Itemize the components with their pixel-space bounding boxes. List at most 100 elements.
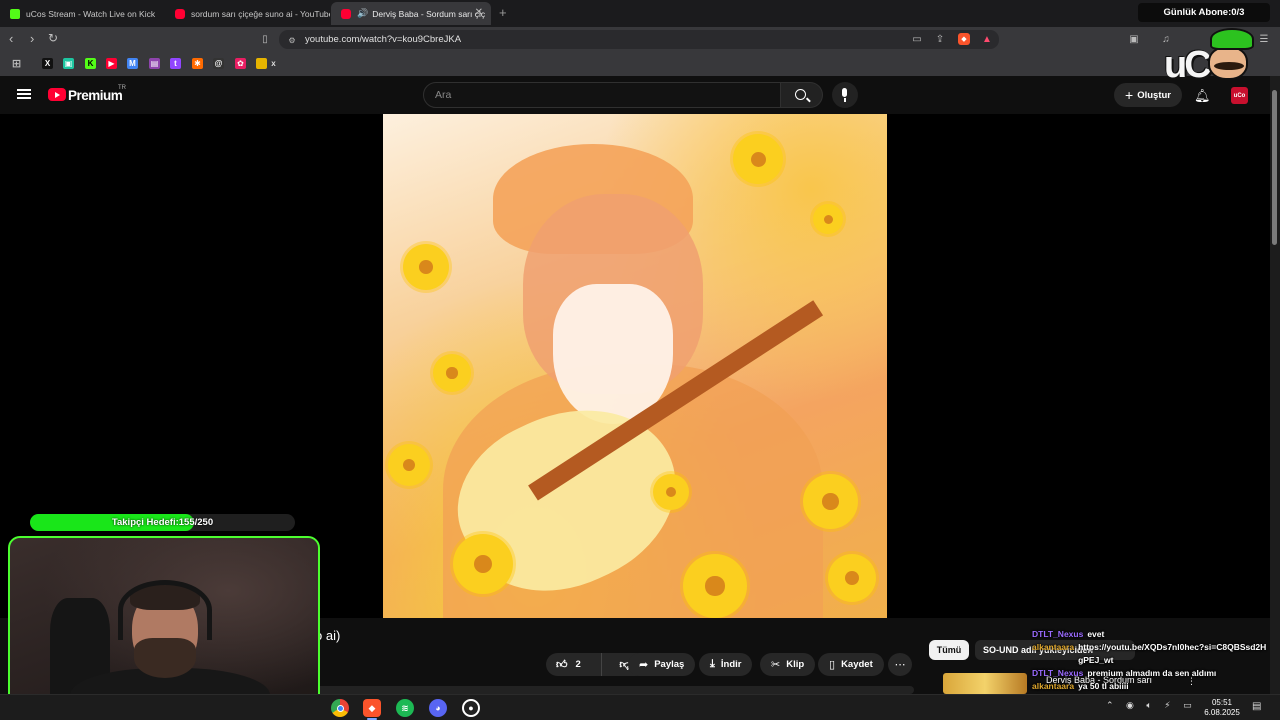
chrome-taskbar-icon[interactable] xyxy=(331,699,349,717)
forward-icon[interactable]: › xyxy=(30,31,34,46)
search-button[interactable] xyxy=(781,82,823,108)
plus-icon: + xyxy=(1125,87,1134,103)
close-icon[interactable]: ✕ xyxy=(475,7,483,18)
scrollbar-thumb[interactable] xyxy=(1272,90,1277,245)
artwork-flower xyxy=(813,204,843,234)
brave-taskbar-icon[interactable]: ◆ xyxy=(363,699,381,717)
download-label: İndir xyxy=(720,659,742,670)
chat-message: alkantaara ya 50 tl abiiii xyxy=(1032,680,1268,693)
page-scrollbar[interactable] xyxy=(1270,76,1280,694)
bookmark-icon[interactable]: ▯ xyxy=(259,33,271,45)
more-actions-button[interactable]: ⋯ xyxy=(888,653,912,676)
chat-text: evet xyxy=(1087,629,1105,639)
save-playlist-icon: ▯ xyxy=(829,659,836,671)
share-button[interactable]: ➦ Paylaş xyxy=(628,653,696,676)
mascot-mustache-icon xyxy=(1214,62,1244,70)
description-box[interactable] xyxy=(300,686,914,694)
video-frame-artwork[interactable] xyxy=(383,114,887,618)
share-page-icon[interactable]: ⇪ xyxy=(934,33,946,45)
youtube-logo-icon[interactable] xyxy=(48,88,66,101)
menu-icon[interactable]: ☰ xyxy=(1258,33,1270,45)
create-label: Oluştur xyxy=(1137,89,1171,101)
gmail-bookmark-icon[interactable]: M xyxy=(127,58,138,69)
bookmarks-bar: ⊞ X ▣ K ▶ M ▤ t ✱ @ ✿ x xyxy=(0,52,1280,76)
bookmark-icon[interactable]: ✿ xyxy=(235,58,246,69)
folder-icon[interactable] xyxy=(256,58,267,69)
sidebar-icon[interactable]: ▣ xyxy=(1128,33,1140,45)
brave-rewards-icon[interactable]: ▲ xyxy=(981,33,993,45)
tab-title: sordum sarı çiçeğe suno ai - YouTube xyxy=(191,8,330,19)
chat-text: premium almadım da sen aldımı xyxy=(1087,668,1217,678)
recommended-video-thumbnail[interactable] xyxy=(943,673,1027,694)
chat-message: DTLT_Nexus premium almadım da sen aldımı xyxy=(1032,667,1268,680)
like-count: 2 xyxy=(575,659,581,670)
spotify-taskbar-icon[interactable]: ≋ xyxy=(396,699,414,717)
site-info-icon[interactable]: ⚙ xyxy=(286,34,298,46)
brave-shield-icon[interactable]: ◆ xyxy=(958,33,970,45)
download-button[interactable]: ⤓ İndir xyxy=(699,653,753,676)
discord-taskbar-icon[interactable]: ◕ xyxy=(429,699,447,717)
youtube-premium-label[interactable]: Premium xyxy=(68,88,123,103)
back-icon[interactable]: ‹ xyxy=(9,31,13,46)
youtube-header: Premium TR + Oluştur 🔔︎ uCo xyxy=(0,76,1270,114)
chat-message: alkantaara https://youtu.be/XQDs7nl0hec?s… xyxy=(1032,641,1268,667)
share-icon: ➦ xyxy=(639,659,649,671)
headset-icon xyxy=(118,580,212,640)
tab-youtube-video[interactable]: 🔊 Derviş Baba - Sordum sarı çiç ✕ xyxy=(331,2,491,25)
scissors-icon: ✂ xyxy=(771,659,781,671)
tab-title: Derviş Baba - Sordum sarı çiç xyxy=(372,8,486,19)
kick-bookmark-icon[interactable]: K xyxy=(85,58,96,69)
artwork-flower xyxy=(683,554,747,618)
url-text[interactable]: youtube.com/watch?v=kou9CbreJKA xyxy=(305,34,461,45)
clock-time[interactable]: 05:51 xyxy=(1200,698,1244,707)
speaker-icon: 🔊 xyxy=(357,8,369,18)
kick-icon xyxy=(10,8,20,19)
bookmark-folder-label[interactable]: x xyxy=(268,58,279,69)
reload-icon[interactable]: ↻ xyxy=(48,31,58,45)
tab-youtube-search[interactable]: sordum sarı çiçeğe suno ai - YouTube xyxy=(165,2,330,25)
system-tray-icons[interactable]: ⌃ ◉ 🔈︎ ⚡ ▭ xyxy=(1106,700,1197,711)
new-tab-button[interactable]: + xyxy=(499,5,507,20)
webcam-overlay xyxy=(8,536,320,712)
share-label: Paylaş xyxy=(654,659,685,670)
tab-kick-stream[interactable]: uCos Stream - Watch Live on Kick xyxy=(0,2,165,25)
region-code: TR xyxy=(118,85,126,91)
chat-username: DTLT_Nexus xyxy=(1032,668,1084,678)
bookmark-icon[interactable]: ▤ xyxy=(149,58,160,69)
cast-icon[interactable]: ▭ xyxy=(911,33,923,45)
search-input[interactable] xyxy=(423,82,781,108)
chat-message: DTLT_Nexus evet xyxy=(1032,628,1268,641)
browser-tab-bar: uCos Stream - Watch Live on Kick sordum … xyxy=(0,0,1280,27)
clip-button[interactable]: ✂ Klip xyxy=(760,653,816,676)
chip-all[interactable]: Tümü xyxy=(929,640,969,660)
artwork-flower xyxy=(388,444,430,486)
notification-center-icon[interactable]: ▤ xyxy=(1252,701,1261,712)
artwork-flower xyxy=(433,354,471,392)
hamburger-menu-icon[interactable] xyxy=(17,89,31,99)
x-bookmark-icon[interactable]: X xyxy=(42,58,53,69)
thumbs-up-icon: 👍︎ xyxy=(556,659,568,671)
notifications-bell-icon[interactable]: 🔔︎ xyxy=(1194,88,1211,104)
avatar[interactable]: uCo xyxy=(1231,87,1248,104)
webcam-streamer-beard xyxy=(134,638,196,678)
artwork-flower xyxy=(733,134,783,184)
chat-username: alkantaara xyxy=(1032,642,1075,652)
artwork-flower xyxy=(803,474,858,529)
address-bar-row: ‹ › ↻ ▯ ⚙ youtube.com/watch?v=kou9CbreJK… xyxy=(0,27,1280,52)
apps-grid-icon[interactable]: ⊞ xyxy=(11,58,22,70)
save-label: Kaydet xyxy=(841,659,873,670)
tab-title: uCos Stream - Watch Live on Kick xyxy=(26,8,156,19)
twitch-bookmark-icon[interactable]: t xyxy=(170,58,181,69)
threads-bookmark-icon[interactable]: @ xyxy=(213,58,224,69)
artwork-flower xyxy=(653,474,689,510)
download-icon: ⤓ xyxy=(710,658,715,670)
clip-label: Klip xyxy=(786,659,805,670)
bookmark-icon[interactable]: ▣ xyxy=(63,58,74,69)
voice-search-button[interactable] xyxy=(832,82,858,108)
clock-date[interactable]: 6.08.2025 xyxy=(1200,708,1244,717)
like-button[interactable]: 👍︎ 2 xyxy=(546,653,602,676)
youtube-bookmark-icon[interactable]: ▶ xyxy=(106,58,117,69)
obs-taskbar-icon[interactable]: ● xyxy=(462,699,480,717)
bookmark-icon[interactable]: ✱ xyxy=(192,58,203,69)
save-button[interactable]: ▯ Kaydet xyxy=(818,653,884,676)
